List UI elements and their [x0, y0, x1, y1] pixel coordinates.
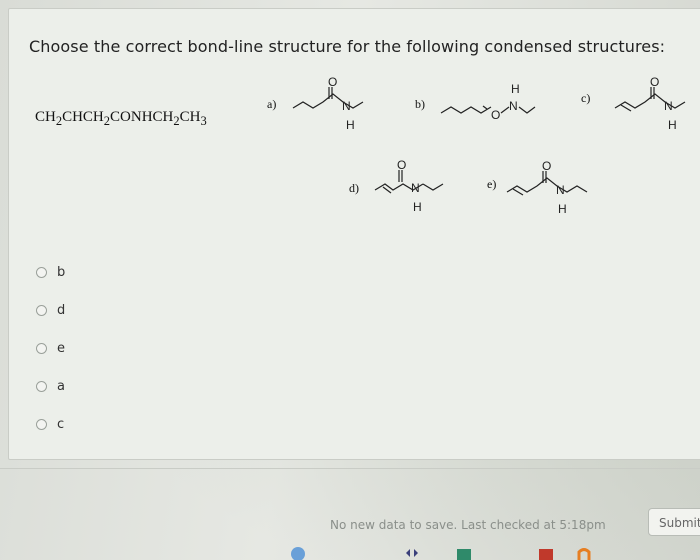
radio-button[interactable] — [36, 380, 47, 392]
answer-label: a — [57, 378, 65, 394]
answer-label: b — [57, 264, 66, 280]
svg-text:O: O — [491, 108, 500, 122]
answer-option-c[interactable]: c — [36, 413, 196, 435]
svg-text:O: O — [397, 158, 406, 172]
condensed-formula: CH2CHCH2CONHCH2CH3 — [35, 109, 207, 128]
structure-a-drawing: O N H — [292, 75, 364, 132]
answer-label: e — [57, 340, 65, 356]
svg-text:N: N — [664, 99, 673, 113]
structure-d-drawing: O N H — [374, 158, 444, 214]
answer-option-b[interactable]: b — [36, 261, 196, 283]
svg-text:N: N — [556, 183, 565, 197]
svg-text:H: H — [413, 200, 422, 214]
answer-label: c — [57, 416, 65, 432]
svg-text:H: H — [668, 118, 677, 132]
answer-option-d[interactable]: d — [36, 299, 196, 321]
answer-option-e[interactable]: e — [36, 337, 196, 359]
svg-text:N: N — [411, 181, 420, 195]
structure-e-drawing: O N H — [506, 159, 588, 216]
answer-option-a[interactable]: a — [36, 375, 196, 397]
radio-button[interactable] — [36, 266, 47, 278]
structure-a-label: a) — [267, 97, 277, 111]
svg-text:N: N — [342, 99, 351, 113]
svg-text:O: O — [650, 75, 659, 89]
app-icon[interactable] — [456, 546, 472, 560]
submit-button[interactable]: Submit — [648, 508, 700, 536]
question-text: Choose the correct bond-line structure f… — [29, 37, 666, 56]
svg-text:H: H — [346, 118, 355, 132]
structure-c-drawing: O N H — [614, 75, 686, 132]
structure-d-label: d) — [349, 181, 359, 195]
app-icon[interactable] — [576, 546, 592, 560]
structure-e-label: e) — [487, 177, 497, 191]
app-icon[interactable] — [538, 546, 554, 560]
radio-button[interactable] — [36, 418, 47, 430]
move-arrows-icon[interactable] — [404, 546, 420, 560]
structure-c-label: c) — [581, 91, 591, 105]
footer-divider — [0, 468, 700, 469]
answer-label: d — [57, 302, 66, 318]
app-icon[interactable] — [290, 546, 306, 560]
radio-button[interactable] — [36, 342, 47, 354]
radio-button[interactable] — [36, 304, 47, 316]
svg-text:H: H — [511, 82, 520, 96]
svg-text:O: O — [542, 159, 551, 173]
svg-text:H: H — [558, 202, 567, 216]
taskbar — [0, 542, 700, 560]
svg-text:N: N — [509, 99, 518, 113]
structure-b-label: b) — [415, 97, 425, 111]
structure-b-drawing: O N H — [440, 82, 536, 122]
save-status-text: No new data to save. Last checked at 5:1… — [330, 518, 606, 532]
svg-text:O: O — [328, 75, 337, 89]
question-card: Choose the correct bond-line structure f… — [8, 8, 700, 460]
